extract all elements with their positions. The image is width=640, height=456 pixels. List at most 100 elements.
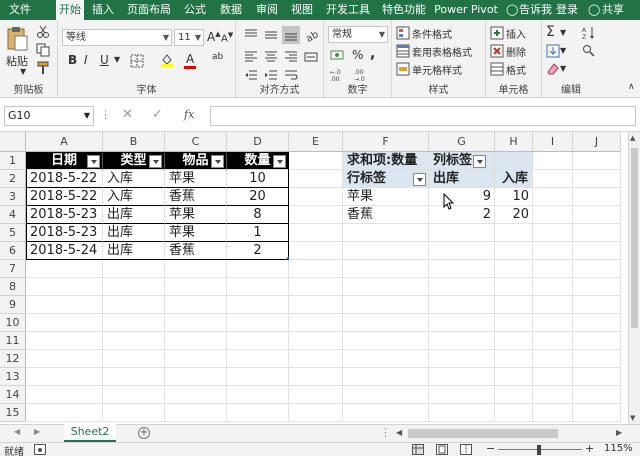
filter-dropdown-icon[interactable] — [273, 155, 286, 168]
cell-i15[interactable] — [533, 404, 573, 422]
column-header-b[interactable]: B — [103, 132, 165, 152]
filter-dropdown-icon[interactable] — [473, 155, 486, 168]
pivot-col-in[interactable]: 入库 — [495, 170, 533, 188]
cell-e5[interactable] — [289, 224, 343, 242]
font-name-dropdown[interactable]: 等线 ▼ — [62, 29, 172, 46]
vertical-scroll-thumb[interactable] — [631, 148, 638, 328]
align-center-icon[interactable] — [264, 50, 278, 64]
comma-button[interactable]: , — [370, 46, 375, 62]
format-button[interactable]: 格式 — [506, 62, 526, 77]
column-header-c[interactable]: C — [165, 132, 227, 152]
next-sheet-icon[interactable]: ▶ — [34, 427, 40, 436]
zoom-slider-thumb[interactable] — [537, 445, 541, 455]
cell-d12[interactable] — [227, 350, 289, 368]
cell-b12[interactable] — [103, 350, 165, 368]
cell-f11[interactable] — [343, 332, 429, 350]
currency-icon[interactable] — [330, 48, 344, 62]
cell-g10[interactable] — [429, 314, 495, 332]
cell-h11[interactable] — [495, 332, 533, 350]
cell-c12[interactable] — [165, 350, 227, 368]
table-cell[interactable]: 出库 — [103, 206, 165, 224]
cell-h6[interactable] — [495, 242, 533, 260]
cell-a8[interactable] — [26, 278, 103, 296]
filter-dropdown-icon[interactable] — [211, 155, 224, 168]
tab-developer[interactable]: 开发工具 — [322, 0, 374, 20]
column-header-f[interactable]: F — [343, 132, 429, 152]
number-format-dropdown[interactable]: 常规 ▼ — [328, 26, 388, 43]
cell-j7[interactable] — [573, 260, 621, 278]
row-header-9[interactable]: 9 — [0, 296, 26, 314]
cell-e10[interactable] — [289, 314, 343, 332]
cell-h14[interactable] — [495, 386, 533, 404]
cell-j12[interactable] — [573, 350, 621, 368]
row-header-8[interactable]: 8 — [0, 278, 26, 296]
cell-f14[interactable] — [343, 386, 429, 404]
table-header-2[interactable]: 物品 — [165, 152, 227, 170]
login-link[interactable]: 登录 — [556, 0, 578, 20]
cell-b8[interactable] — [103, 278, 165, 296]
merge-icon[interactable] — [304, 50, 318, 64]
cell-f8[interactable] — [343, 278, 429, 296]
cell-a12[interactable] — [26, 350, 103, 368]
cell-c7[interactable] — [165, 260, 227, 278]
cell-f15[interactable] — [343, 404, 429, 422]
cell-i8[interactable] — [533, 278, 573, 296]
row-header-15[interactable]: 15 — [0, 404, 26, 422]
align-right-icon[interactable] — [284, 50, 298, 64]
pivot-value-in[interactable]: 10 — [495, 188, 533, 206]
chevron-down-icon[interactable]: ▼ — [560, 28, 566, 37]
prev-sheet-icon[interactable]: ◀ — [14, 427, 20, 436]
cell-a15[interactable] — [26, 404, 103, 422]
cell-g12[interactable] — [429, 350, 495, 368]
cell-j2[interactable] — [573, 170, 621, 188]
cell-j1[interactable] — [573, 152, 621, 170]
cell-h10[interactable] — [495, 314, 533, 332]
cell-b11[interactable] — [103, 332, 165, 350]
table-cell[interactable]: 20 — [227, 188, 289, 206]
page-layout-view-icon[interactable] — [436, 444, 448, 455]
lightbulb-icon[interactable]: ◯ — [506, 0, 518, 20]
sheet-tab-sheet2[interactable]: Sheet2 — [64, 424, 116, 442]
cell-b7[interactable] — [103, 260, 165, 278]
tab-power-pivot[interactable]: Power Pivot — [433, 0, 499, 20]
pivot-row-name[interactable]: 香蕉 — [343, 206, 429, 224]
cell-h12[interactable] — [495, 350, 533, 368]
wrap-text-icon[interactable] — [284, 68, 298, 82]
column-header-i[interactable]: I — [533, 132, 573, 152]
clear-icon[interactable] — [546, 62, 560, 76]
tab-home[interactable]: 开始 — [56, 0, 84, 20]
cell-j9[interactable] — [573, 296, 621, 314]
table-cell[interactable]: 1 — [227, 224, 289, 242]
tab-data[interactable]: 数据 — [216, 0, 246, 20]
table-cell[interactable]: 8 — [227, 206, 289, 224]
row-header-7[interactable]: 7 — [0, 260, 26, 278]
cell-a13[interactable] — [26, 368, 103, 386]
page-break-view-icon[interactable] — [460, 444, 472, 455]
copy-icon[interactable] — [36, 43, 50, 57]
tab-view[interactable]: 视图 — [287, 0, 317, 20]
table-header-3[interactable]: 数量 — [227, 152, 289, 170]
underline-dropdown-icon[interactable]: ▼ — [114, 55, 120, 64]
cell-c15[interactable] — [165, 404, 227, 422]
cell-styles-button[interactable]: 单元格样式 — [412, 62, 462, 77]
table-cell[interactable]: 2018-5-23 — [26, 206, 103, 224]
font-color-icon[interactable]: A — [186, 52, 194, 66]
find-icon[interactable] — [582, 44, 596, 58]
cell-i10[interactable] — [533, 314, 573, 332]
delete-cells-icon[interactable] — [490, 44, 504, 58]
chevron-down-icon[interactable]: ▼ — [560, 46, 566, 55]
pivot-value-in[interactable]: 20 — [495, 206, 533, 224]
pivot-col-out[interactable]: 出库 — [429, 170, 495, 188]
underline-button[interactable]: U — [100, 53, 109, 67]
cell-d13[interactable] — [227, 368, 289, 386]
cell-f13[interactable] — [343, 368, 429, 386]
formula-input[interactable] — [210, 106, 636, 126]
cell-e2[interactable] — [289, 170, 343, 188]
cell-i12[interactable] — [533, 350, 573, 368]
pivot-column-labels[interactable]: 列标签 — [429, 152, 495, 170]
cell-e1[interactable] — [289, 152, 343, 170]
filter-dropdown-icon[interactable] — [87, 155, 100, 168]
fill-color-icon[interactable] — [160, 53, 174, 67]
cell-h7[interactable] — [495, 260, 533, 278]
zoom-out-icon[interactable]: − — [486, 442, 495, 455]
